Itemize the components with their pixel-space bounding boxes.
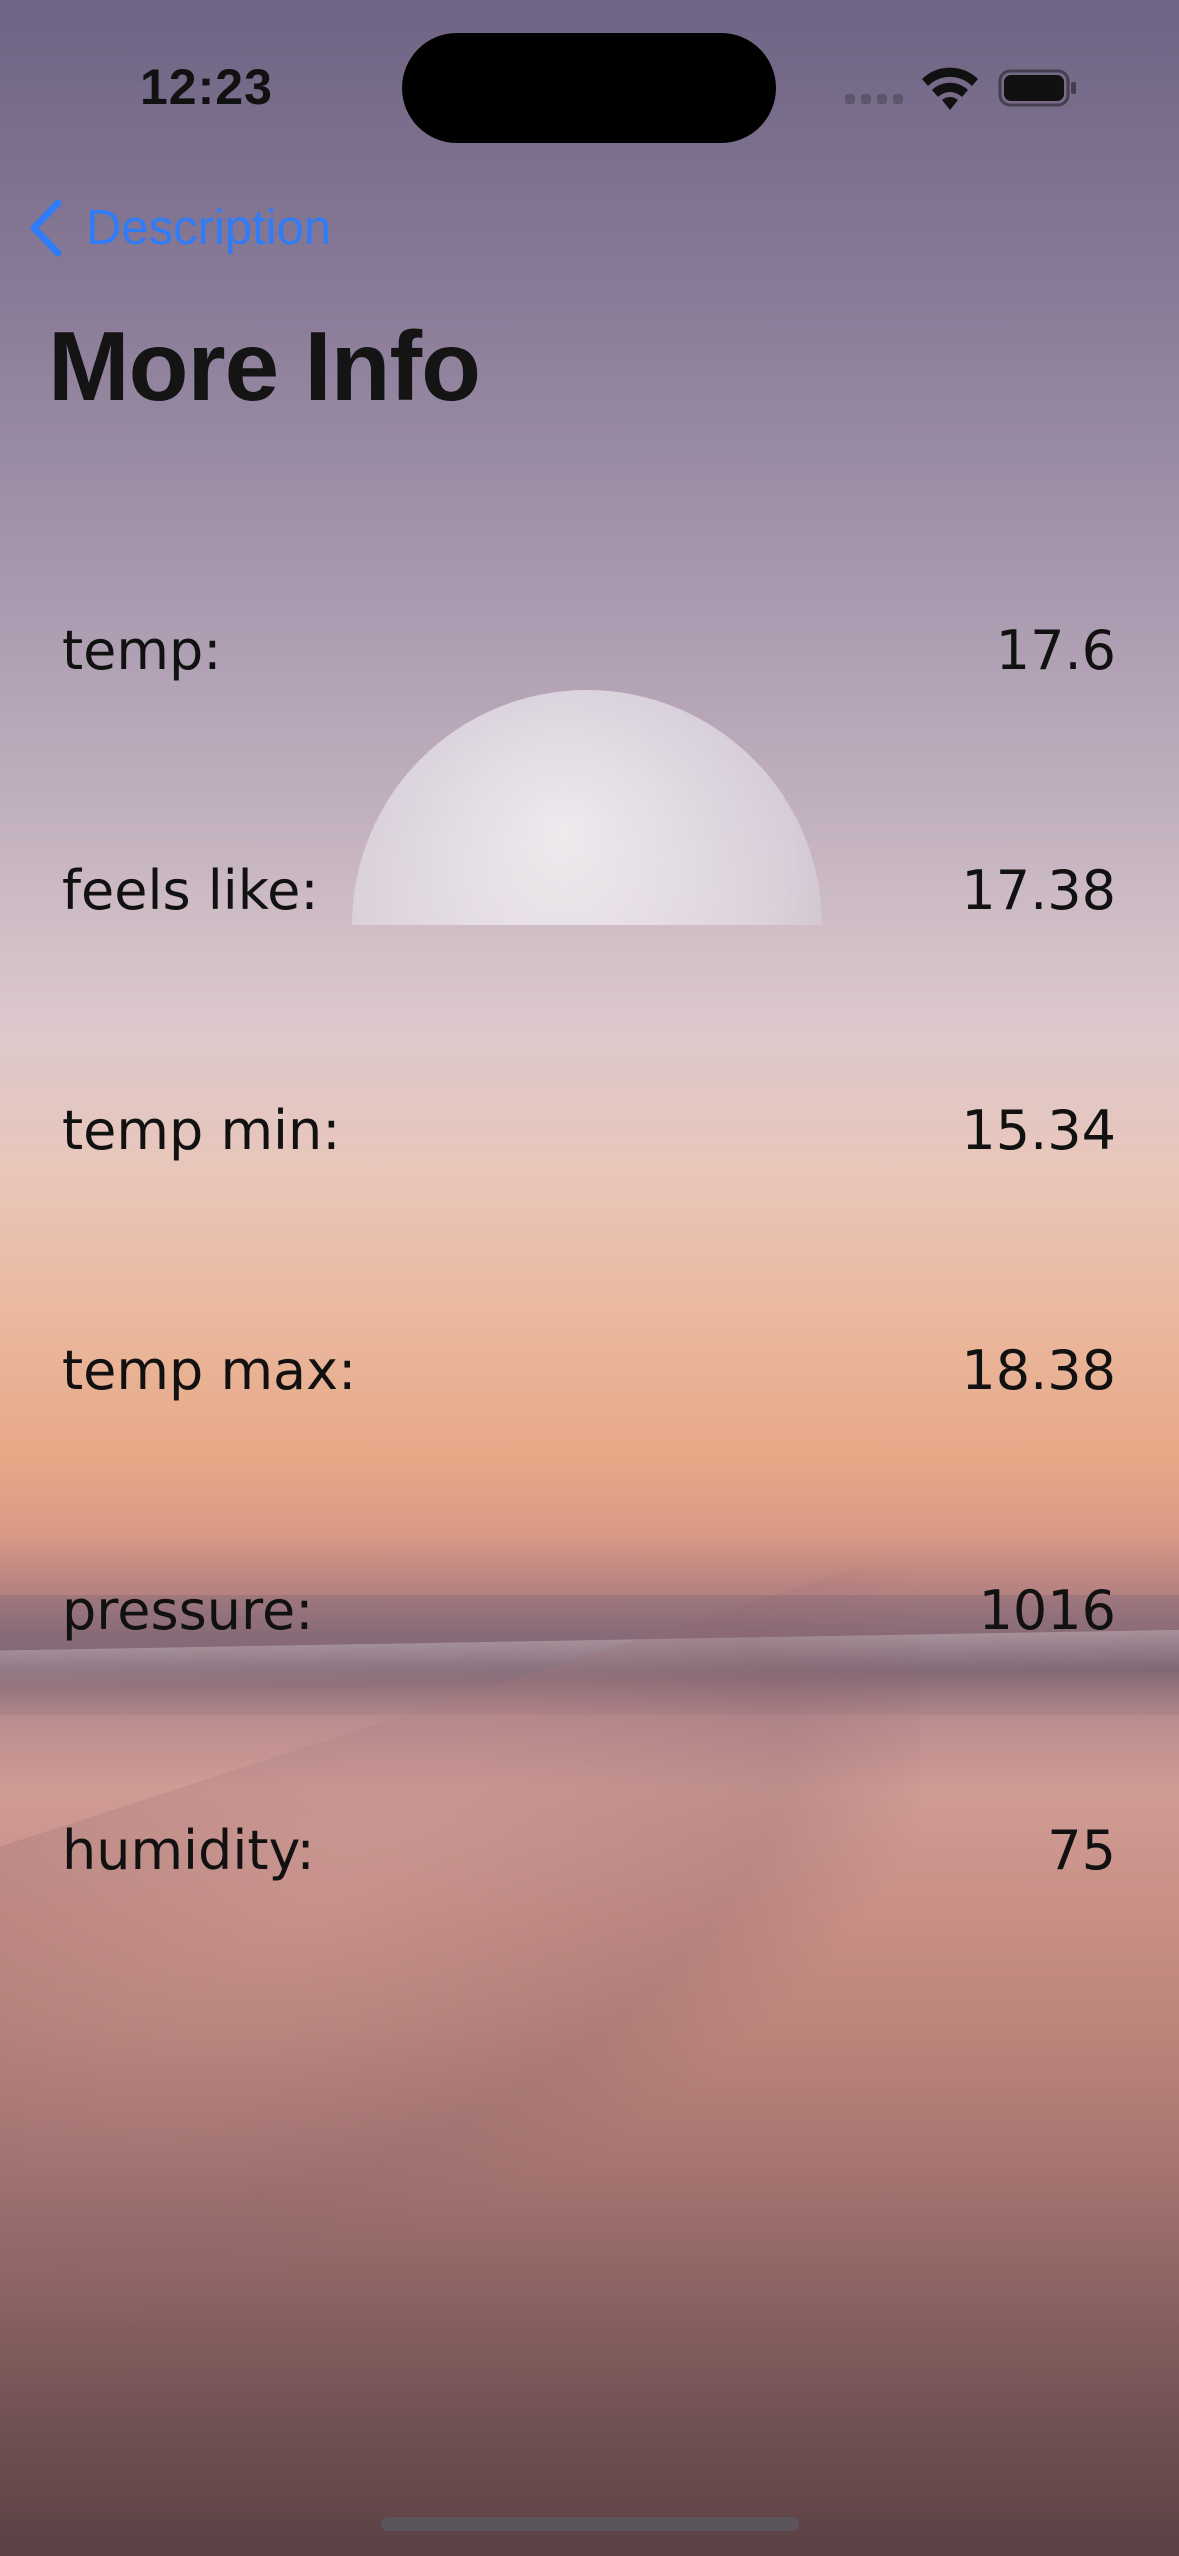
info-label: pressure:	[62, 1578, 314, 1642]
info-value: 1016	[978, 1578, 1116, 1642]
info-value: 18.38	[961, 1338, 1116, 1402]
cellular-signal-icon	[845, 92, 905, 106]
page-title: More Info	[48, 311, 481, 421]
info-row-temp: temp: 17.6	[60, 610, 1116, 690]
info-label: temp max:	[62, 1338, 357, 1402]
back-button[interactable]: Description	[26, 198, 331, 258]
info-value: 17.38	[961, 858, 1116, 922]
info-label: humidity:	[62, 1818, 315, 1882]
info-value: 75	[1047, 1818, 1116, 1882]
info-row-feels-like: feels like: 17.38	[60, 850, 1116, 930]
info-row-temp-max: temp max: 18.38	[60, 1330, 1116, 1410]
screen: 12:23 Description More Info temp: 17.6 f…	[0, 0, 1179, 2556]
info-row-humidity: humidity: 75	[60, 1810, 1116, 1890]
info-value: 17.6	[995, 618, 1116, 682]
status-time: 12:23	[140, 59, 273, 115]
info-row-pressure: pressure: 1016	[60, 1570, 1116, 1650]
info-row-temp-min: temp min: 15.34	[60, 1090, 1116, 1170]
info-label: temp min:	[62, 1098, 341, 1162]
info-label: temp:	[62, 618, 222, 682]
back-button-label: Description	[86, 201, 332, 255]
info-value: 15.34	[961, 1098, 1116, 1162]
home-indicator[interactable]	[381, 2517, 799, 2531]
battery-icon	[998, 69, 1076, 107]
dynamic-island	[402, 33, 776, 143]
info-label: feels like:	[62, 858, 319, 922]
chevron-left-icon	[30, 199, 62, 257]
wifi-icon	[922, 67, 978, 110]
